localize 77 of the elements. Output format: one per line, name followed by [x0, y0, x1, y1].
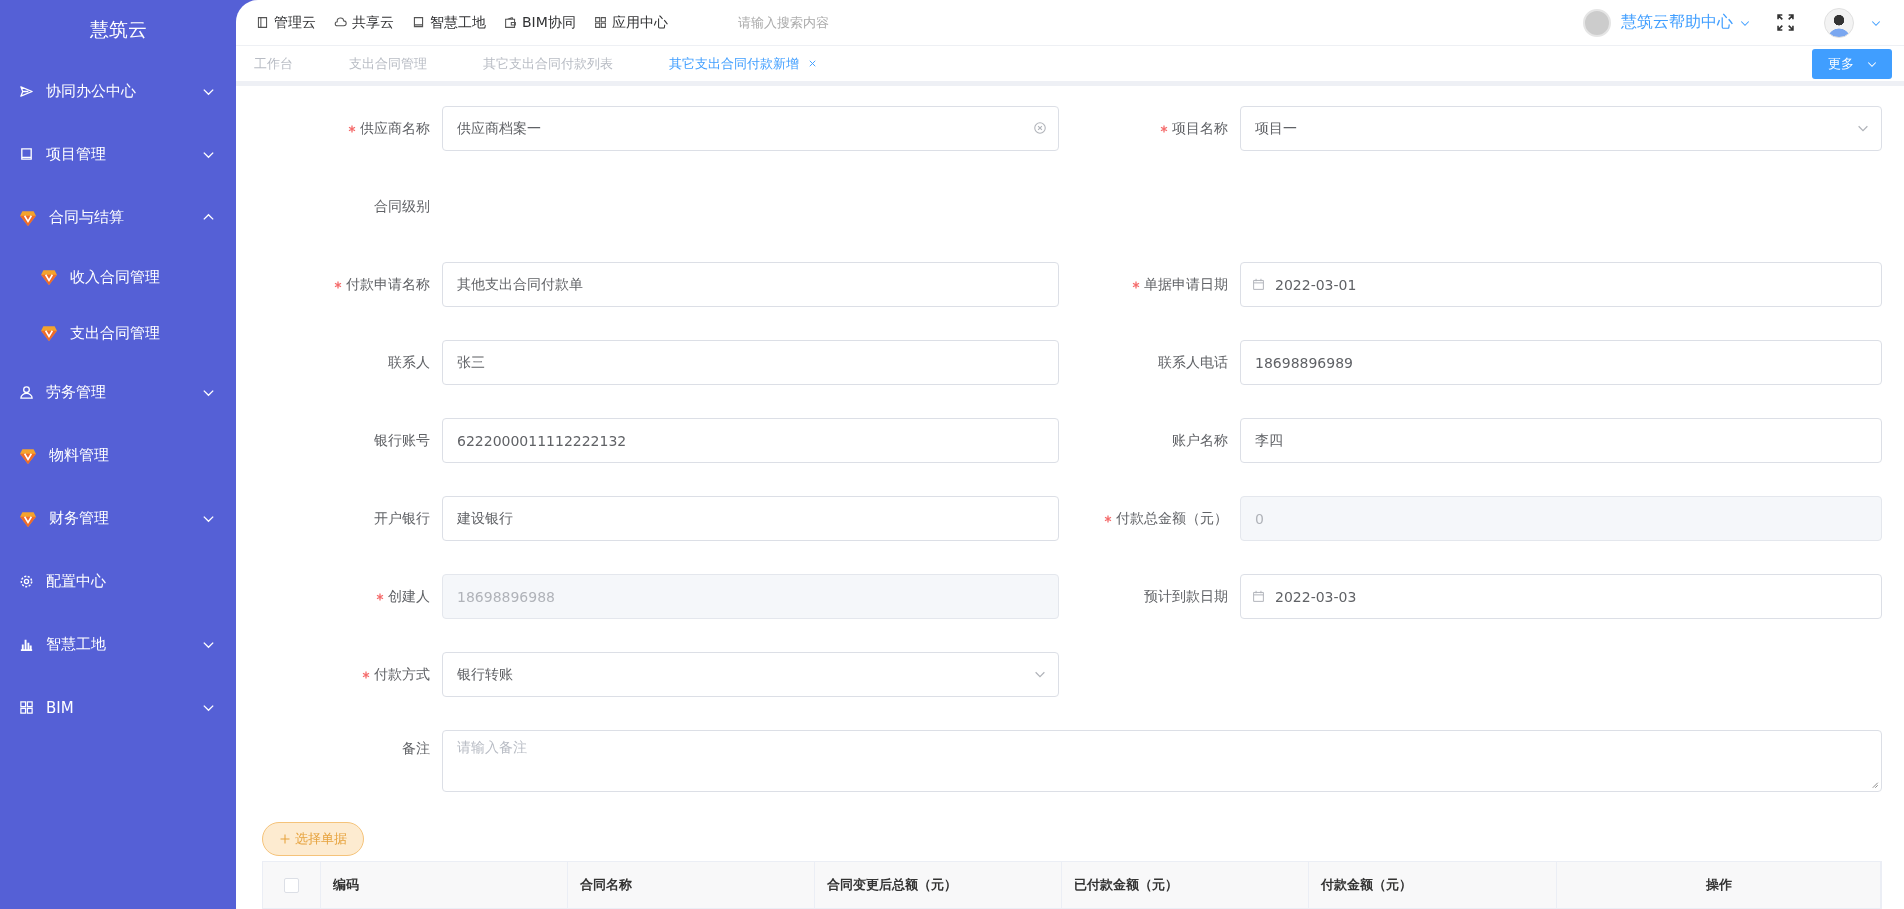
app-logo: 慧筑云	[88, 17, 148, 42]
nav-link[interactable]: 智慧工地	[412, 13, 486, 32]
input-field[interactable]: 其他支出合同付款单	[442, 262, 1059, 307]
sidebar-item[interactable]: 物料管理	[0, 424, 236, 487]
field-label: 账户名称	[1172, 431, 1228, 450]
fullscreen-icon	[1777, 14, 1794, 32]
select-field[interactable]: 项目一	[1240, 106, 1882, 151]
settings-icon	[19, 574, 34, 589]
field-label: 付款方式	[374, 665, 430, 684]
gem-icon	[19, 208, 37, 227]
gem-icon	[40, 268, 58, 286]
user-icon	[19, 385, 34, 400]
sidebar-item[interactable]: 协同办公中心	[0, 60, 236, 123]
calendar-icon	[1252, 590, 1265, 603]
fullscreen-button[interactable]	[1777, 14, 1794, 32]
help-center-link[interactable]: 慧筑云帮助中心	[1621, 12, 1751, 34]
field-label: 供应商名称	[360, 119, 430, 138]
select-field[interactable]: 银行转账	[442, 652, 1059, 697]
input-field[interactable]: 18698896989	[1240, 340, 1882, 385]
gem-icon	[19, 446, 37, 465]
sidebar-item[interactable]: 智慧工地	[0, 613, 236, 676]
more-button[interactable]: 更多	[1812, 48, 1892, 79]
grid-icon	[593, 16, 607, 30]
tab[interactable]: 其它支出合同付款新增	[669, 54, 818, 73]
column-header: 编码	[321, 862, 568, 908]
sidebar-subitem[interactable]: 收入合同管理	[0, 249, 236, 305]
panel-icon	[256, 16, 269, 30]
field-label: 单据申请日期	[1144, 275, 1228, 294]
gem-icon	[40, 324, 58, 342]
field-label: 联系人	[388, 353, 430, 372]
column-header: 已付款金额（元）	[1062, 862, 1309, 908]
field-label: 付款申请名称	[346, 275, 430, 294]
field-label: 付款总金额（元）	[1116, 509, 1228, 528]
calendar-icon	[1252, 278, 1265, 291]
sidebar-item[interactable]: 合同与结算	[0, 186, 236, 249]
send-icon	[19, 84, 34, 99]
book-icon	[412, 16, 425, 30]
plus-icon	[279, 833, 291, 845]
sidebar-item[interactable]: 项目管理	[0, 123, 236, 186]
input-field[interactable]: 李四	[1240, 418, 1882, 463]
field-label: 合同级别	[374, 197, 430, 216]
input-field[interactable]: 6222000011112222132	[442, 418, 1059, 463]
field-label: 备注	[402, 740, 430, 758]
field-label: 开户银行	[374, 509, 430, 528]
gem-icon	[19, 509, 37, 528]
date-field[interactable]: 2022-03-03	[1240, 574, 1882, 619]
wallet-icon	[504, 16, 517, 30]
book-icon	[19, 147, 34, 162]
column-header: 付款金额（元）	[1309, 862, 1557, 908]
clear-icon	[1033, 121, 1047, 135]
remark-field[interactable]: 请输入备注	[442, 730, 1882, 792]
sidebar-item[interactable]: BIM	[0, 676, 236, 739]
avatar-icon[interactable]	[1824, 7, 1854, 38]
input-field[interactable]: 供应商档案一	[442, 106, 1059, 151]
sidebar-subitem[interactable]: 支出合同管理	[0, 305, 236, 361]
field-label: 预计到款日期	[1144, 587, 1228, 606]
input-field[interactable]: 建设银行	[442, 496, 1059, 541]
field-label: 项目名称	[1172, 119, 1228, 138]
nav-link[interactable]: 应用中心	[593, 13, 668, 32]
nav-link[interactable]: BIM协同	[504, 13, 576, 32]
column-header: 合同变更后总额（元）	[815, 862, 1062, 908]
sidebar-item[interactable]: 配置中心	[0, 550, 236, 613]
nav-link[interactable]: 管理云	[256, 13, 316, 32]
sidebar-item[interactable]: 劳务管理	[0, 361, 236, 424]
input-field[interactable]: 张三	[442, 340, 1059, 385]
date-field[interactable]: 2022-03-01	[1240, 262, 1882, 307]
field-label: 创建人	[388, 587, 430, 606]
field-label: 联系人电话	[1158, 353, 1228, 372]
field-label: 银行账号	[374, 431, 430, 450]
badge-icon	[1583, 8, 1611, 37]
column-header: 合同名称	[568, 862, 815, 908]
column-header: 操作	[1557, 862, 1881, 908]
nav-link[interactable]: 共享云	[334, 13, 394, 32]
checkbox[interactable]	[284, 877, 299, 893]
sidebar-item[interactable]: 财务管理	[0, 487, 236, 550]
grid-icon	[19, 700, 34, 715]
bar-chart-icon	[19, 637, 34, 652]
